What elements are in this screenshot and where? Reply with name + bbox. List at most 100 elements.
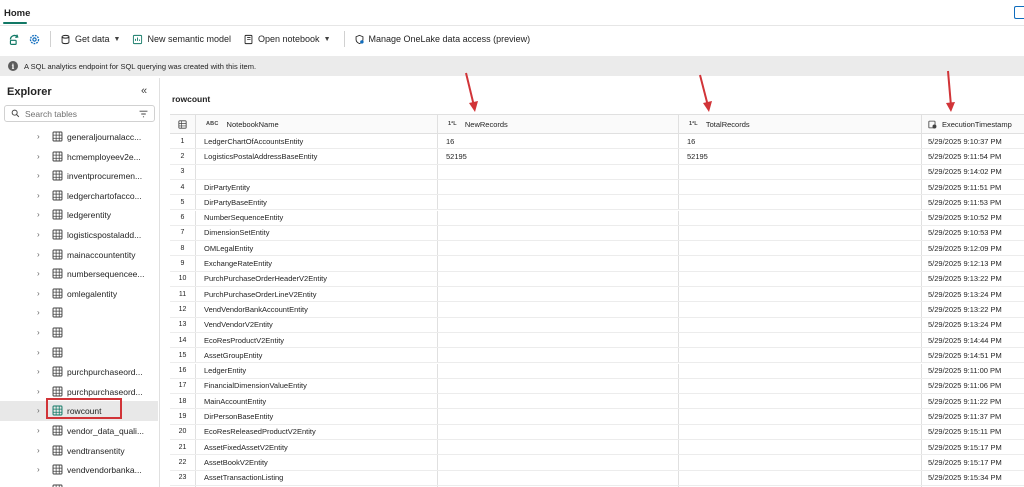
chevron-right-icon[interactable]: › (37, 171, 40, 180)
table-row[interactable]: 14 EcoResProductV2Entity 5/29/2025 9:14:44… (170, 332, 1024, 349)
notebookname-cell[interactable]: DirPersonBaseEntity (196, 409, 438, 424)
row-number-cell[interactable]: 12 (170, 302, 196, 317)
tree-item-table[interactable]: › (0, 303, 158, 323)
notebookname-cell[interactable] (196, 164, 438, 179)
executiontimestamp-cell[interactable]: 5/29/2025 9:12:13 PM (922, 256, 1024, 270)
totalrecords-cell[interactable] (679, 394, 922, 409)
tree-item-table[interactable]: › mainaccountentity (0, 245, 158, 265)
newrecords-cell[interactable] (438, 271, 679, 286)
executiontimestamp-cell[interactable]: 5/29/2025 9:14:02 PM (922, 165, 1024, 179)
notebookname-cell[interactable]: AssetBookV2Entity (196, 455, 438, 470)
table-row[interactable]: 2 LogisticsPostalAddressBaseEntity 52195 52… (170, 149, 1024, 165)
newrecords-cell[interactable] (438, 470, 679, 485)
totalrecords-cell[interactable] (679, 317, 922, 332)
chevron-right-icon[interactable]: › (37, 269, 40, 278)
newrecords-cell[interactable] (438, 394, 679, 409)
row-number-cell[interactable]: 17 (170, 378, 196, 394)
newrecords-cell[interactable]: 16 (438, 134, 679, 149)
table-row[interactable]: 23 AssetTransactionListing 5/29/2025 9:15:… (170, 470, 1024, 486)
tree-item-table[interactable]: › omlegalentity (0, 284, 158, 304)
executiontimestamp-cell[interactable]: 5/29/2025 9:10:37 PM (922, 134, 1024, 148)
executiontimestamp-cell[interactable]: 5/29/2025 9:13:22 PM (922, 302, 1024, 316)
tree-item-table[interactable]: › hcmemployeev2e... (0, 147, 158, 167)
totalrecords-cell[interactable] (679, 348, 922, 363)
table-row[interactable]: 4 DirPartyEntity 5/29/2025 9:11:51 PM (170, 179, 1024, 196)
table-row[interactable]: 12 VendVendorBankAccountEntity 5/29/2025 9… (170, 302, 1024, 318)
notebookname-cell[interactable]: ExchangeRateEntity (196, 256, 438, 271)
executiontimestamp-cell[interactable]: 5/29/2025 9:11:51 PM (922, 180, 1024, 194)
newrecords-cell[interactable] (438, 363, 679, 378)
totalrecords-cell[interactable] (679, 363, 922, 378)
row-number-cell[interactable]: 1 (170, 134, 196, 149)
totalrecords-cell[interactable] (679, 455, 922, 470)
table-row[interactable]: 10 PurchPurchaseOrderHeaderV2Entity 5/29/2… (170, 271, 1024, 287)
table-row[interactable]: 3 5/29/2025 9:14:02 PM (170, 164, 1024, 180)
newrecords-cell[interactable] (438, 164, 679, 179)
column-header-newrecords[interactable]: 1²L NewRecords (438, 115, 679, 133)
tree-item-table[interactable]: › (0, 480, 158, 487)
table-row[interactable]: 11 PurchPurchaseOrderLineV2Entity 5/29/202… (170, 287, 1024, 303)
chevron-right-icon[interactable]: › (37, 289, 40, 298)
executiontimestamp-cell[interactable]: 5/29/2025 9:15:17 PM (922, 440, 1024, 454)
tree-item-table[interactable]: › logisticspostaladd... (0, 225, 158, 245)
row-number-cell[interactable]: 16 (170, 363, 196, 378)
manage-onelake-access-button[interactable]: Manage OneLake data access (preview) (351, 30, 534, 48)
row-number-cell[interactable]: 22 (170, 455, 196, 470)
table-row[interactable]: 7 DimensionSetEntity 5/29/2025 9:10:53 PM (170, 225, 1024, 242)
table-row[interactable]: 1 LedgerChartOfAccountsEntity 16 16 5/29/202… (170, 134, 1024, 150)
table-row[interactable]: 16 LedgerEntity 5/29/2025 9:11:00 PM (170, 363, 1024, 379)
row-number-cell[interactable]: 9 (170, 256, 196, 271)
search-tables-input[interactable] (25, 108, 135, 119)
newrecords-cell[interactable] (438, 378, 679, 394)
row-number-cell[interactable]: 7 (170, 225, 196, 241)
chevron-right-icon[interactable]: › (37, 446, 40, 455)
executiontimestamp-cell[interactable]: 5/29/2025 9:11:54 PM (922, 149, 1024, 163)
table-row[interactable]: 15 AssetGroupEntity 5/29/2025 9:14:51 PM (170, 348, 1024, 364)
chevron-right-icon[interactable]: › (37, 406, 40, 415)
row-number-cell[interactable]: 21 (170, 440, 196, 455)
chevron-right-icon[interactable]: › (37, 152, 40, 161)
table-row[interactable]: 6 NumberSequenceEntity 5/29/2025 9:10:52 P… (170, 210, 1024, 226)
executiontimestamp-cell[interactable]: 5/29/2025 9:13:22 PM (922, 272, 1024, 286)
row-number-cell[interactable]: 8 (170, 241, 196, 256)
executiontimestamp-cell[interactable]: 5/29/2025 9:14:44 PM (922, 333, 1024, 347)
chevron-right-icon[interactable]: › (37, 367, 40, 376)
row-number-cell[interactable]: 11 (170, 287, 196, 302)
notebookname-cell[interactable]: EcoResProductV2Entity (196, 332, 438, 348)
executiontimestamp-cell[interactable]: 5/29/2025 9:11:53 PM (922, 195, 1024, 209)
tree-item-table[interactable]: › (0, 343, 158, 363)
filter-icon[interactable] (139, 110, 148, 118)
chevron-right-icon[interactable]: › (37, 230, 40, 239)
row-number-cell[interactable]: 23 (170, 470, 196, 485)
totalrecords-cell[interactable] (679, 302, 922, 317)
notebookname-cell[interactable]: DirPartyBaseEntity (196, 195, 438, 210)
chevron-right-icon[interactable]: › (37, 308, 40, 317)
totalrecords-cell[interactable] (679, 164, 922, 179)
totalrecords-cell[interactable]: 16 (679, 134, 922, 149)
tree-item-table[interactable]: › rowcount (0, 401, 158, 421)
tree-item-table[interactable]: › inventprocuremen... (0, 166, 158, 186)
row-number-cell[interactable]: 10 (170, 271, 196, 286)
newrecords-cell[interactable] (438, 409, 679, 424)
table-row[interactable]: 19 DirPersonBaseEntity 5/29/2025 9:11:37 P… (170, 409, 1024, 425)
executiontimestamp-cell[interactable]: 5/29/2025 9:15:34 PM (922, 471, 1024, 485)
totalrecords-cell[interactable] (679, 225, 922, 241)
chevron-right-icon[interactable]: › (37, 387, 40, 396)
newrecords-cell[interactable] (438, 256, 679, 271)
notebookname-cell[interactable]: MainAccountEntity (196, 394, 438, 409)
totalrecords-cell[interactable] (679, 409, 922, 424)
open-notebook-button[interactable]: Open notebook ▼ (240, 30, 334, 48)
notebookname-cell[interactable]: AssetGroupEntity (196, 348, 438, 363)
executiontimestamp-cell[interactable]: 5/29/2025 9:12:09 PM (922, 241, 1024, 255)
new-semantic-model-button[interactable]: New semantic model (129, 30, 234, 48)
table-row[interactable]: 17 FinancialDimensionValueEntity 5/29/2025… (170, 378, 1024, 395)
table-row[interactable]: 18 MainAccountEntity 5/29/2025 9:11:22 PM (170, 394, 1024, 410)
column-header-notebookname[interactable]: ABC NotebookName (196, 115, 438, 133)
newrecords-cell[interactable] (438, 287, 679, 302)
newrecords-cell[interactable] (438, 424, 679, 439)
refresh-button[interactable] (6, 31, 22, 47)
tree-item-table[interactable]: › numbersequencee... (0, 264, 158, 284)
chevron-right-icon[interactable]: › (37, 348, 40, 357)
notebookname-cell[interactable]: AssetFixedAssetV2Entity (196, 440, 438, 455)
tree-item-table[interactable]: › purchpurchaseord... (0, 362, 158, 382)
